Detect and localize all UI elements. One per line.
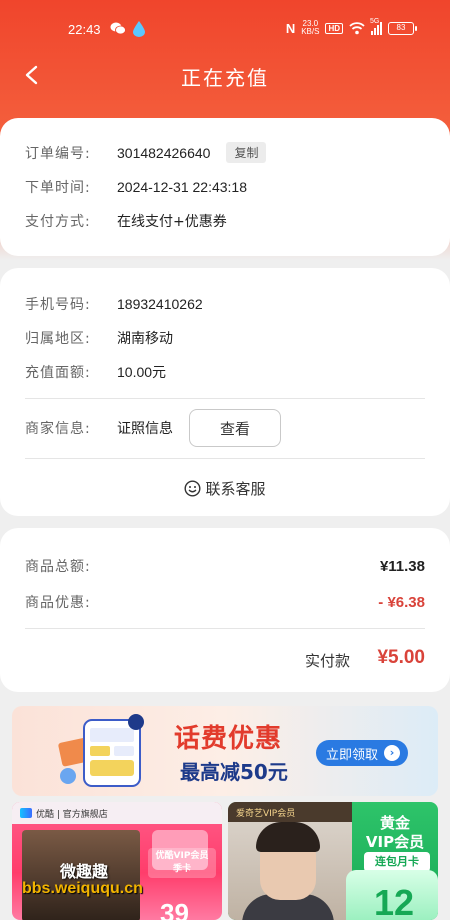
promo-banner[interactable]: 话费优惠 最高减50元 立即领取 ›	[12, 706, 438, 796]
pay-method-label: 支付方式:	[25, 214, 91, 230]
page-title: 正在充值	[181, 66, 269, 90]
chevron-right-icon: ›	[384, 745, 401, 761]
divider	[25, 398, 425, 399]
merchant-value: 证照信息	[117, 421, 173, 437]
order-number-value: 301482426640	[117, 144, 211, 161]
wifi-icon	[349, 21, 365, 34]
pay-method-row: 支付方式: 在线支付+优惠券	[25, 211, 227, 231]
watermark-url: bbs.weiququ.cn	[22, 880, 143, 897]
paid-label: 实付款	[305, 652, 351, 670]
iqiyi-tag: 爱奇艺VIP会员	[228, 802, 352, 822]
divider	[25, 458, 425, 459]
nav-bar: 正在充值	[0, 56, 450, 96]
pay-method-value: 在线支付+优惠券	[117, 214, 227, 230]
contact-service-label: 联系客服	[205, 480, 266, 498]
phone-label: 手机号码:	[25, 297, 91, 313]
view-license-button[interactable]: 查看	[189, 409, 281, 447]
iqiyi-pill: 连包月卡	[364, 852, 430, 872]
phone-illustration-icon	[58, 714, 144, 787]
signal-icon: 5G	[370, 18, 382, 35]
iqiyi-promo-card[interactable]: 爱奇艺VIP会员 黄金 VIP会员 连包月卡 12	[228, 802, 438, 920]
order-time-value: 2024-12-31 22:43:18	[117, 179, 247, 195]
phone-row: 手机号码: 18932410262	[25, 294, 203, 314]
discount-label: 商品优惠:	[25, 595, 91, 611]
youku-logo-icon	[20, 808, 32, 818]
total-row: 商品总额:	[25, 556, 117, 576]
watermark: 微趣趣 bbs.weiququ.cn	[0, 846, 210, 920]
claim-now-label: 立即领取	[326, 747, 379, 763]
paid-value: ¥5.00	[377, 647, 425, 668]
wechat-icon	[110, 22, 126, 35]
total-label: 商品总额:	[25, 559, 91, 575]
region-row: 归属地区: 湖南移动	[25, 328, 173, 348]
order-time-label: 下单时间:	[25, 180, 91, 196]
youku-brand-bar: 优酷 | 官方旗舰店	[12, 802, 222, 824]
poster-person-hair	[256, 822, 320, 852]
contact-service-button[interactable]: 联系客服	[0, 478, 450, 499]
nfc-icon: N	[285, 20, 296, 36]
discount-value: - ¥6.38	[378, 594, 425, 611]
status-time: 22:43	[68, 22, 101, 37]
recharge-info-card: 手机号码: 18932410262 归属地区: 湖南移动 充值面额: 10.00…	[0, 268, 450, 516]
watermark-cn: 微趣趣	[60, 862, 109, 881]
discount-row: 商品优惠:	[25, 592, 117, 612]
hd-badge: HD	[325, 22, 343, 34]
youku-brand-label: 优酷 | 官方旗舰店	[36, 809, 108, 820]
iqiyi-price: 12	[374, 882, 415, 920]
divider	[25, 628, 425, 629]
drop-icon	[133, 21, 145, 37]
battery-icon: 83	[388, 21, 417, 35]
order-number-row: 订单编号: 301482426640 复制	[25, 142, 267, 163]
merchant-label: 商家信息:	[25, 421, 91, 437]
status-bar: 22:43 N 23.0 KB/S HD 5G 83	[0, 18, 450, 42]
order-time-row: 下单时间: 2024-12-31 22:43:18	[25, 177, 247, 197]
face-value-label: 充值面额:	[25, 365, 91, 381]
total-value: ¥11.38	[379, 558, 425, 575]
smile-icon	[184, 480, 201, 497]
face-value-row: 充值面额: 10.00元	[25, 362, 166, 382]
iqiyi-title: 黄金 VIP会员	[365, 814, 425, 851]
banner-subtitle: 最高减50元	[180, 760, 288, 784]
face-value-value: 10.00元	[117, 364, 167, 380]
iqiyi-poster-image: 爱奇艺VIP会员	[228, 802, 352, 920]
order-number-label: 订单编号:	[25, 145, 91, 162]
banner-title: 话费优惠	[174, 724, 283, 754]
region-value: 湖南移动	[117, 331, 173, 347]
region-label: 归属地区:	[25, 331, 91, 347]
order-info-card: 订单编号: 301482426640 复制 下单时间: 2024-12-31 2…	[0, 118, 450, 256]
price-summary-card: 商品总额: ¥11.38 商品优惠: - ¥6.38 实付款 ¥5.00	[0, 528, 450, 692]
network-speed: 23.0 KB/S	[301, 19, 320, 36]
copy-button[interactable]: 复制	[226, 142, 267, 163]
status-right-group: N 23.0 KB/S HD 5G 83	[285, 18, 417, 36]
merchant-row: 商家信息: 证照信息 查看	[25, 409, 281, 447]
phone-value: 18932410262	[117, 296, 203, 312]
claim-now-button[interactable]: 立即领取 ›	[316, 740, 408, 766]
